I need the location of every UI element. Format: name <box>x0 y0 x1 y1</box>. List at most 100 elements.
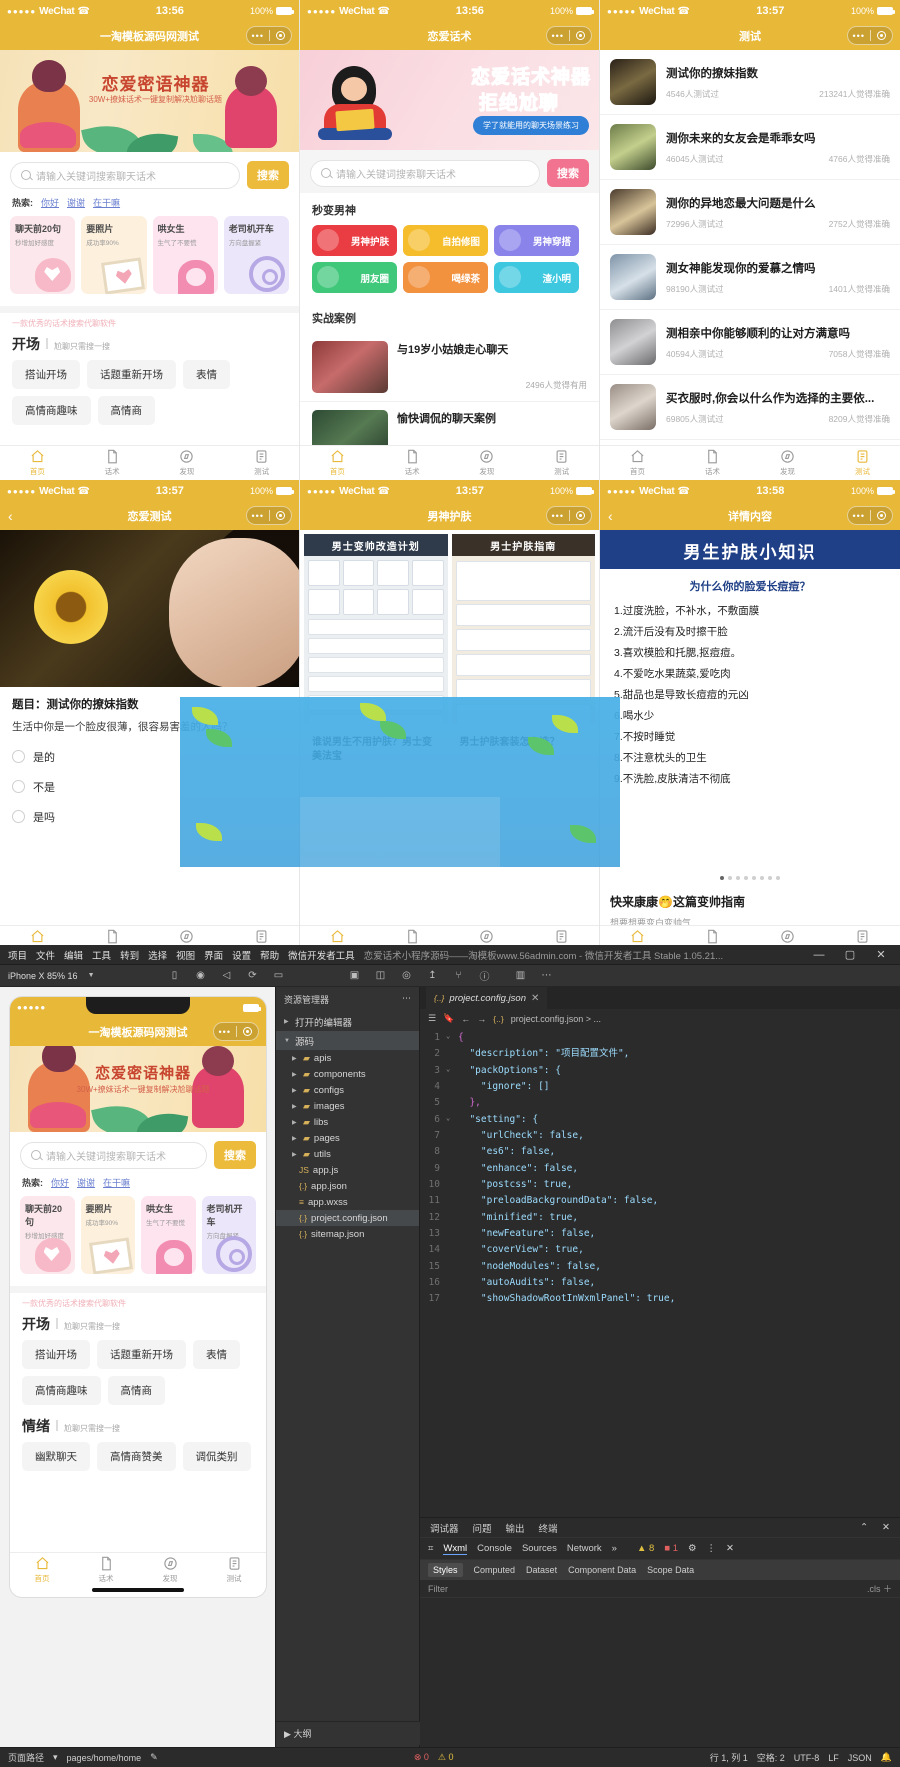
tab-test[interactable]: 测试 <box>524 446 599 480</box>
eol[interactable]: LF <box>828 1753 839 1763</box>
tab-huashu[interactable]: 话术 <box>75 446 150 480</box>
tree-item-images[interactable]: ▶ ▰ images <box>276 1098 419 1114</box>
feature-card[interactable]: 哄女生 生气了不要慌 <box>141 1196 196 1274</box>
cursor-position[interactable]: 行 1, 列 1 <box>710 1751 748 1764</box>
tab-test[interactable]: 测试 <box>202 1553 266 1587</box>
wechat-capsule-button[interactable]: ••• <box>546 506 592 525</box>
subtab-dataset[interactable]: Dataset <box>526 1565 557 1575</box>
hot-word[interactable]: 你好 <box>51 1176 69 1189</box>
debugger-tab[interactable]: 调试器 <box>430 1521 459 1535</box>
search-button[interactable]: 搜索 <box>547 159 589 187</box>
encoding[interactable]: UTF-8 <box>794 1753 820 1763</box>
chip-item[interactable]: 高情商趣味 <box>22 1376 101 1405</box>
more-icon[interactable]: ••• <box>247 511 269 521</box>
close-circle-icon[interactable] <box>270 31 292 40</box>
wechat-capsule-button[interactable]: ••• <box>847 506 893 525</box>
device-selector[interactable]: iPhone X 85% 16 <box>8 971 78 981</box>
menu-wechat-devtools[interactable]: 微信开发者工具 <box>288 948 355 962</box>
chevron-right-icon[interactable]: ▶ <box>292 1087 299 1094</box>
fold-icon[interactable]: ⌄ <box>446 1112 458 1128</box>
category-item[interactable]: 自拍修图 <box>403 225 488 256</box>
carousel-dots[interactable] <box>600 876 900 880</box>
more-icon[interactable]: ••• <box>848 31 870 41</box>
wechat-capsule-button[interactable]: ••• <box>546 26 592 45</box>
close-circle-icon[interactable] <box>570 31 592 40</box>
menu-select[interactable]: 选择 <box>148 948 167 962</box>
outline-section[interactable]: ▶ 大纲 <box>276 1721 420 1745</box>
bookmark-icon[interactable]: 🔖 <box>443 1013 454 1024</box>
tree-item-project-config-json[interactable]: {.} project.config.json <box>276 1210 419 1226</box>
menu-project[interactable]: 项目 <box>8 948 27 962</box>
close-circle-icon[interactable] <box>237 1027 259 1036</box>
wechat-capsule-button[interactable]: ••• <box>246 506 292 525</box>
chip-item[interactable]: 搭讪开场 <box>12 360 80 389</box>
menu-file[interactable]: 文件 <box>36 948 55 962</box>
more-icon[interactable]: ••• <box>247 31 269 41</box>
hero-banner[interactable]: 恋爱密语神器 30W+撩妹话术一键复制解决尬聊话题 <box>0 50 299 152</box>
chip-item[interactable]: 话题重新开场 <box>97 1340 186 1369</box>
tab-test[interactable]: 测试 <box>224 446 299 480</box>
details-icon[interactable]: ⓘ <box>477 969 493 983</box>
search-input[interactable]: 请输入关键词搜索聊天话术 <box>20 1141 207 1169</box>
clear-icon[interactable]: ▭ <box>271 969 287 983</box>
dot-icon[interactable] <box>736 876 740 880</box>
hot-word[interactable]: 谢谢 <box>67 196 85 209</box>
source-root-row[interactable]: ▼ 源码 <box>276 1031 419 1050</box>
chevron-down-icon[interactable]: ▾ <box>53 1752 58 1763</box>
radio-icon[interactable] <box>12 810 25 824</box>
gear-icon[interactable]: ⚙ <box>688 1543 697 1554</box>
preview-icon[interactable]: ◫ <box>373 969 389 983</box>
tab-console[interactable]: Console <box>477 1543 512 1554</box>
chip-item[interactable]: 高情商 <box>107 1376 165 1405</box>
more-tabs-icon[interactable]: » <box>612 1543 617 1554</box>
fold-icon[interactable]: ⌄ <box>446 1063 458 1079</box>
hot-word[interactable]: 在干嘛 <box>93 196 120 209</box>
inspect-icon[interactable]: ⌗ <box>428 1543 433 1554</box>
tab-discover[interactable]: 发现 <box>750 446 825 480</box>
dot-icon[interactable] <box>720 876 724 880</box>
minimize-button[interactable]: — <box>808 949 830 961</box>
feature-card[interactable]: 聊天前20句 秒增加好感度 <box>10 216 76 294</box>
test-list-item[interactable]: 测女神能发现你的爱慕之情吗 98190人测试过 1401人觉得准确 <box>600 245 900 310</box>
simulator-device[interactable]: ●●●●● 13:58 一淘模板源码网测试 ••• <box>10 997 266 1597</box>
tab-test[interactable]: 测试 <box>825 446 900 480</box>
subtab-scope-data[interactable]: Scope Data <box>647 1565 694 1575</box>
back-arrow-icon[interactable]: ‹ <box>608 508 613 524</box>
chevron-right-icon[interactable]: ▶ <box>292 1135 299 1142</box>
test-list-item[interactable]: 测你的异地恋最大问题是什么 72996人测试过 2752人觉得准确 <box>600 180 900 245</box>
tab-home[interactable]: 首页 <box>10 1553 74 1587</box>
tree-item-utils[interactable]: ▶ ▰ utils <box>276 1146 419 1162</box>
tree-item-apis[interactable]: ▶ ▰ apis <box>276 1050 419 1066</box>
tree-item-app-wxss[interactable]: ≡ app.wxss <box>276 1194 419 1210</box>
menu-goto[interactable]: 转到 <box>120 948 139 962</box>
close-button[interactable]: ✕ <box>870 948 892 961</box>
category-item[interactable]: 渣小明 <box>494 262 579 293</box>
radio-icon[interactable] <box>12 780 25 794</box>
hot-word[interactable]: 谢谢 <box>77 1176 95 1189</box>
menu-tools[interactable]: 工具 <box>92 948 111 962</box>
chip-item[interactable]: 话题重新开场 <box>87 360 176 389</box>
terminal-tab[interactable]: 终端 <box>539 1521 558 1535</box>
tab-home[interactable]: 首页 <box>0 446 75 480</box>
fold-icon[interactable] <box>446 1291 458 1307</box>
list-icon[interactable]: ☰ <box>428 1013 436 1024</box>
case-item[interactable]: 与19岁小姑娘走心聊天 2496人觉得有用 <box>300 333 599 402</box>
menu-help[interactable]: 帮助 <box>260 948 279 962</box>
fold-icon[interactable] <box>446 1226 458 1242</box>
feature-card[interactable]: 老司机开车 方向盘握紧 <box>223 216 289 294</box>
page-path-value[interactable]: pages/home/home <box>67 1753 142 1763</box>
feature-card[interactable]: 要照片 成功率90% <box>80 1196 135 1274</box>
subtab-styles[interactable]: Styles <box>428 1563 463 1577</box>
more-icon[interactable]: ••• <box>547 511 569 521</box>
menu-ui[interactable]: 界面 <box>204 948 223 962</box>
back-arrow-icon[interactable]: ‹ <box>8 508 13 524</box>
cls-button[interactable]: .cls <box>867 1584 881 1594</box>
tab-home[interactable]: 首页 <box>600 446 675 480</box>
search-input[interactable]: 请输入关键词搜索聊天话术 <box>10 161 240 189</box>
article-card[interactable]: 男士护肤指南 <box>451 534 595 724</box>
tab-discover[interactable]: 发现 <box>450 446 525 480</box>
error-count[interactable]: ⊗ 0 <box>414 1752 429 1763</box>
category-item[interactable]: 喝绿茶 <box>403 262 488 293</box>
more-icon[interactable]: ⋯ <box>402 993 411 1006</box>
maximize-button[interactable]: ▢ <box>839 948 861 961</box>
